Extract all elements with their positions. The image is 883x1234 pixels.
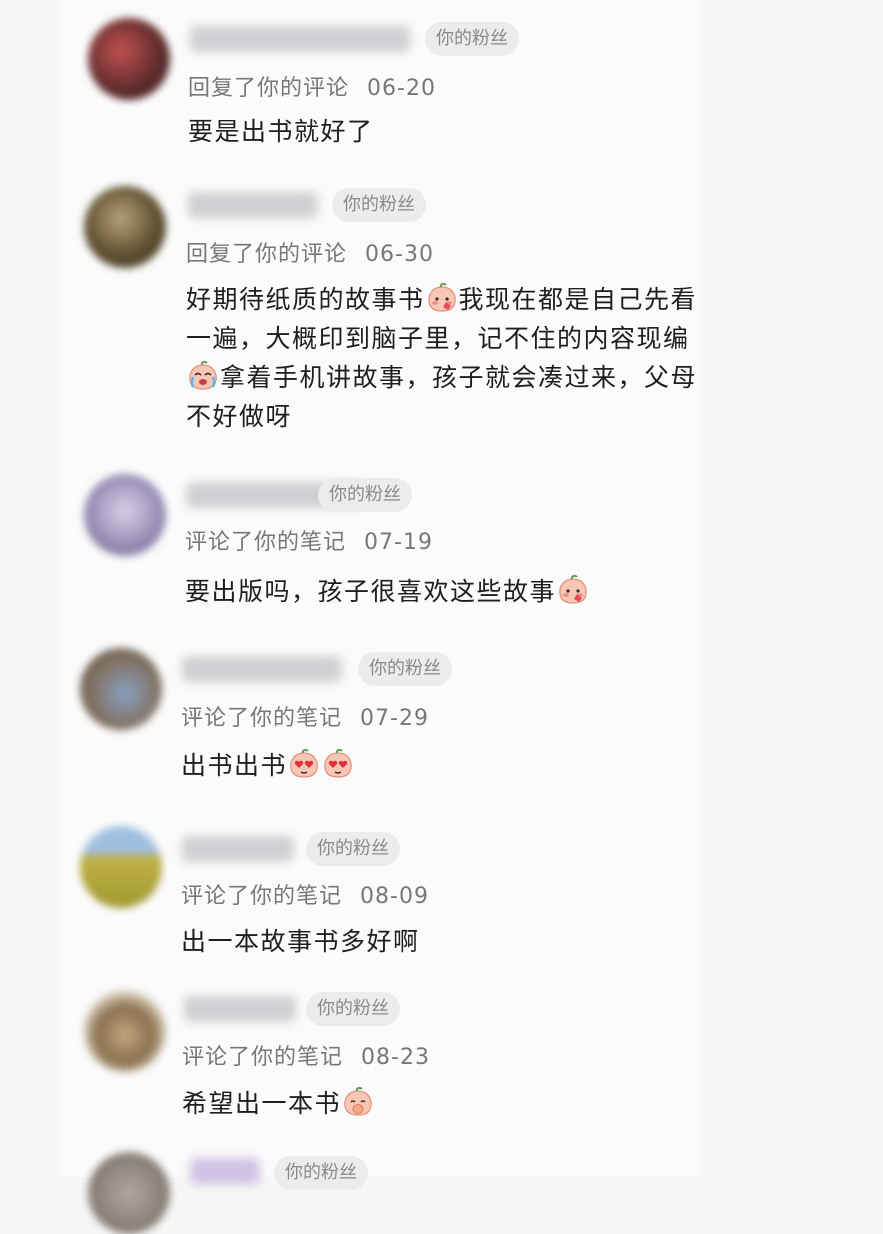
activity-meta: 评论了你的笔记 07-19 [185,524,433,556]
notification-list: 你的粉丝 回复了你的评论 06-20 要是出书就好了 你的粉丝 回复了你的评论 06… [60,0,700,1234]
activity-action: 评论了你的笔记 [181,706,343,731]
fan-badge: 你的粉丝 [425,22,519,56]
activity-meta: 评论了你的笔记 08-23 [182,1039,430,1071]
comment-line: 要是出书就好了 [188,117,374,146]
activity-action: 评论了你的笔记 [182,1045,344,1070]
fan-badge: 你的粉丝 [318,478,412,512]
comment-line: 出一本故事书多好啊 [181,927,420,956]
username-blurred[interactable] [182,836,294,862]
comment-line: 我现在都是自己先看 [458,285,698,314]
peach-heart-eyes-emoji-icon [288,749,320,779]
avatar[interactable] [84,990,166,1072]
comment-line: 一遍，大概印到脑子里，记不住的内容现编 [186,324,690,353]
comment-text: 好期待纸质的故事书 我现在都是自己先看 一遍，大概印到脑子里，记不住的内容现编 拿… [186,280,746,436]
comment-text: 出书出书 [181,746,741,785]
username-blurred[interactable] [182,656,342,682]
username-blurred[interactable] [190,1158,260,1184]
peach-blush-emoji-icon [557,575,589,605]
activity-action: 回复了你的评论 [188,76,350,101]
activity-action: 评论了你的笔记 [185,530,347,555]
fan-badge: 你的粉丝 [332,188,426,222]
comment-line: 拿着手机讲故事，孩子就会凑过来，父母 [220,363,698,392]
avatar[interactable] [88,1152,170,1234]
peach-heart-eyes-emoji-icon [322,749,354,779]
activity-meta: 评论了你的笔记 08-09 [181,878,429,910]
comment-text: 出一本故事书多好啊 [181,922,741,961]
avatar[interactable] [84,186,166,268]
avatar[interactable] [84,474,166,556]
avatar[interactable] [88,18,170,100]
activity-date: 06-30 [365,242,434,267]
peach-cry-emoji-icon [187,361,219,391]
comment-text: 要是出书就好了 [188,112,748,151]
fan-badge: 你的粉丝 [306,832,400,866]
activity-meta: 回复了你的评论 06-20 [188,70,436,102]
fan-badge: 你的粉丝 [306,992,400,1026]
peach-shy-emoji-icon [342,1087,374,1117]
comment-line: 出书出书 [181,751,288,780]
fan-badge: 你的粉丝 [358,652,452,686]
activity-date: 07-19 [364,530,433,555]
avatar[interactable] [80,648,162,730]
comment-line: 要出版吗，孩子很喜欢这些故事 [185,577,557,606]
activity-date: 07-29 [360,706,429,731]
peach-blush-emoji-icon [426,283,458,313]
username-blurred[interactable] [188,192,318,218]
activity-action: 评论了你的笔记 [181,884,343,909]
activity-meta: 评论了你的笔记 07-29 [181,700,429,732]
comment-text: 希望出一本书 [182,1084,742,1123]
comment-line: 希望出一本书 [182,1089,342,1118]
activity-meta: 回复了你的评论 06-30 [186,236,434,268]
username-blurred[interactable] [190,26,410,52]
activity-date: 06-20 [367,76,436,101]
comment-line: 好期待纸质的故事书 [186,285,425,314]
activity-date: 08-23 [361,1045,430,1070]
comment-text: 要出版吗，孩子很喜欢这些故事 [185,572,745,611]
fan-badge: 你的粉丝 [274,1156,368,1190]
avatar[interactable] [80,826,162,908]
activity-date: 08-09 [360,884,429,909]
username-blurred[interactable] [184,996,296,1022]
activity-action: 回复了你的评论 [186,242,348,267]
comment-line: 不好做呀 [186,402,293,431]
